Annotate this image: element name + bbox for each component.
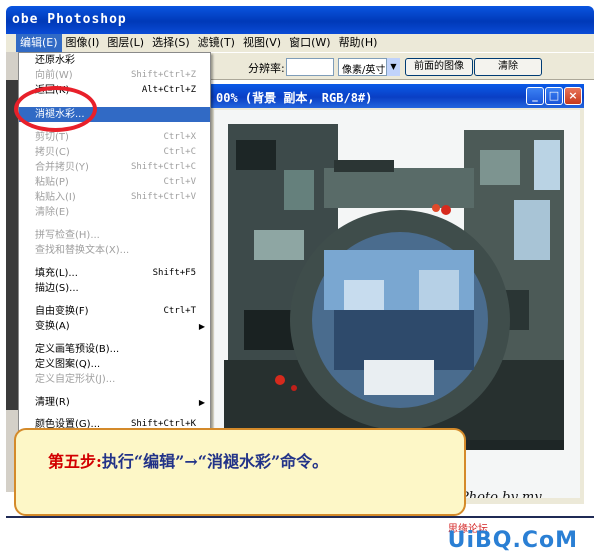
maximize-icon[interactable]: □ — [545, 87, 563, 105]
caption-instruction: 执行“编辑”→“消褪水彩”命令。 — [101, 452, 329, 471]
submenu-arrow-icon: ▶ — [198, 398, 205, 407]
menu-select[interactable]: 选择(S) — [148, 34, 194, 52]
menu-item-undo[interactable]: 还原水彩 — [19, 53, 210, 68]
menu-item-paste-into: 粘贴入(I) Shift+Ctrl+V — [35, 192, 196, 203]
menu-item-find-replace: 查找和替换文本(X)... — [35, 245, 130, 256]
menu-separator — [21, 337, 208, 338]
menubar: 编辑(E) 图像(I) 图层(L) 选择(S) 滤镜(T) 视图(V) 窗口(W… — [6, 34, 594, 52]
menu-item-define-brush[interactable]: 定义画笔预设(B)... — [19, 342, 210, 357]
menu-separator — [21, 299, 208, 300]
app-title: obe Photoshop — [12, 12, 127, 27]
menu-separator — [21, 261, 208, 262]
menu-item-copy: 拷贝(C) Ctrl+C — [35, 147, 196, 158]
menu-edit[interactable]: 编辑(E) — [16, 34, 62, 52]
menu-item-paste: 粘贴(P) Ctrl+V — [35, 177, 196, 188]
tutorial-caption: 第五步:执行“编辑”→“消褪水彩”命令。 — [14, 428, 466, 516]
menu-item-step-forward: 向前(W) Shift+Ctrl+Z — [35, 70, 196, 81]
menu-image[interactable]: 图像(I) — [62, 34, 104, 52]
menu-item-cut: 剪切(T) Ctrl+X — [35, 132, 196, 143]
menu-layer[interactable]: 图层(L) — [103, 34, 148, 52]
menu-separator — [21, 390, 208, 391]
menu-help[interactable]: 帮助(H) — [335, 34, 382, 52]
highlight-circle-annotation — [14, 86, 97, 132]
menu-window[interactable]: 窗口(W) — [285, 34, 334, 52]
menu-item-free-transform[interactable]: 自由变换(F) Ctrl+T — [19, 304, 210, 319]
menu-item-define-pattern[interactable]: 定义图案(Q)... — [19, 357, 210, 372]
menu-filter[interactable]: 滤镜(T) — [194, 34, 239, 52]
bottom-divider — [6, 516, 594, 518]
clear-button[interactable]: 清除 — [474, 58, 542, 76]
toolbox[interactable] — [6, 80, 18, 410]
front-image-button[interactable]: 前面的图像 — [405, 58, 473, 76]
site-watermark: UiBQ.CoM — [447, 528, 578, 553]
menu-item-define-shape: 定义自定形状(J)... — [35, 374, 116, 385]
menu-separator — [21, 223, 208, 224]
chevron-down-icon[interactable]: ▼ — [386, 58, 400, 76]
menu-item-purge[interactable]: 清理(R) ▶ — [19, 395, 210, 410]
caption-step: 第五步: — [48, 452, 102, 471]
caption-text: 第五步:执行“编辑”→“消褪水彩”命令。 — [48, 448, 328, 472]
resolution-input[interactable] — [286, 58, 334, 76]
menu-item-spell-check: 拼写检查(H)... — [35, 230, 100, 241]
menu-item-fill[interactable]: 填充(L)... Shift+F5 — [19, 266, 210, 281]
app-titlebar: obe Photoshop — [6, 6, 594, 34]
menu-view[interactable]: 视图(V) — [239, 34, 285, 52]
menu-item-transform[interactable]: 变换(A) ▶ — [19, 319, 210, 334]
menu-separator — [21, 413, 208, 414]
photo-signature: Photo by my — [460, 490, 542, 498]
menu-item-clear: 清除(E) — [35, 207, 70, 218]
resolution-label: 分辨率: — [248, 62, 285, 75]
submenu-arrow-icon: ▶ — [198, 322, 205, 331]
close-icon[interactable]: × — [564, 87, 582, 105]
options-bar: 分辨率: 像素/英寸 ▼ 前面的图像 清除 — [210, 52, 594, 80]
minimize-icon[interactable]: _ — [526, 87, 544, 105]
screenshot-frame: obe Photoshop 编辑(E) 图像(I) 图层(L) 选择(S) 滤镜… — [0, 0, 600, 555]
menu-item-copy-merged: 合并拷贝(Y) Shift+Ctrl+C — [35, 162, 196, 173]
menu-item-stroke[interactable]: 描边(S)... — [19, 281, 210, 296]
